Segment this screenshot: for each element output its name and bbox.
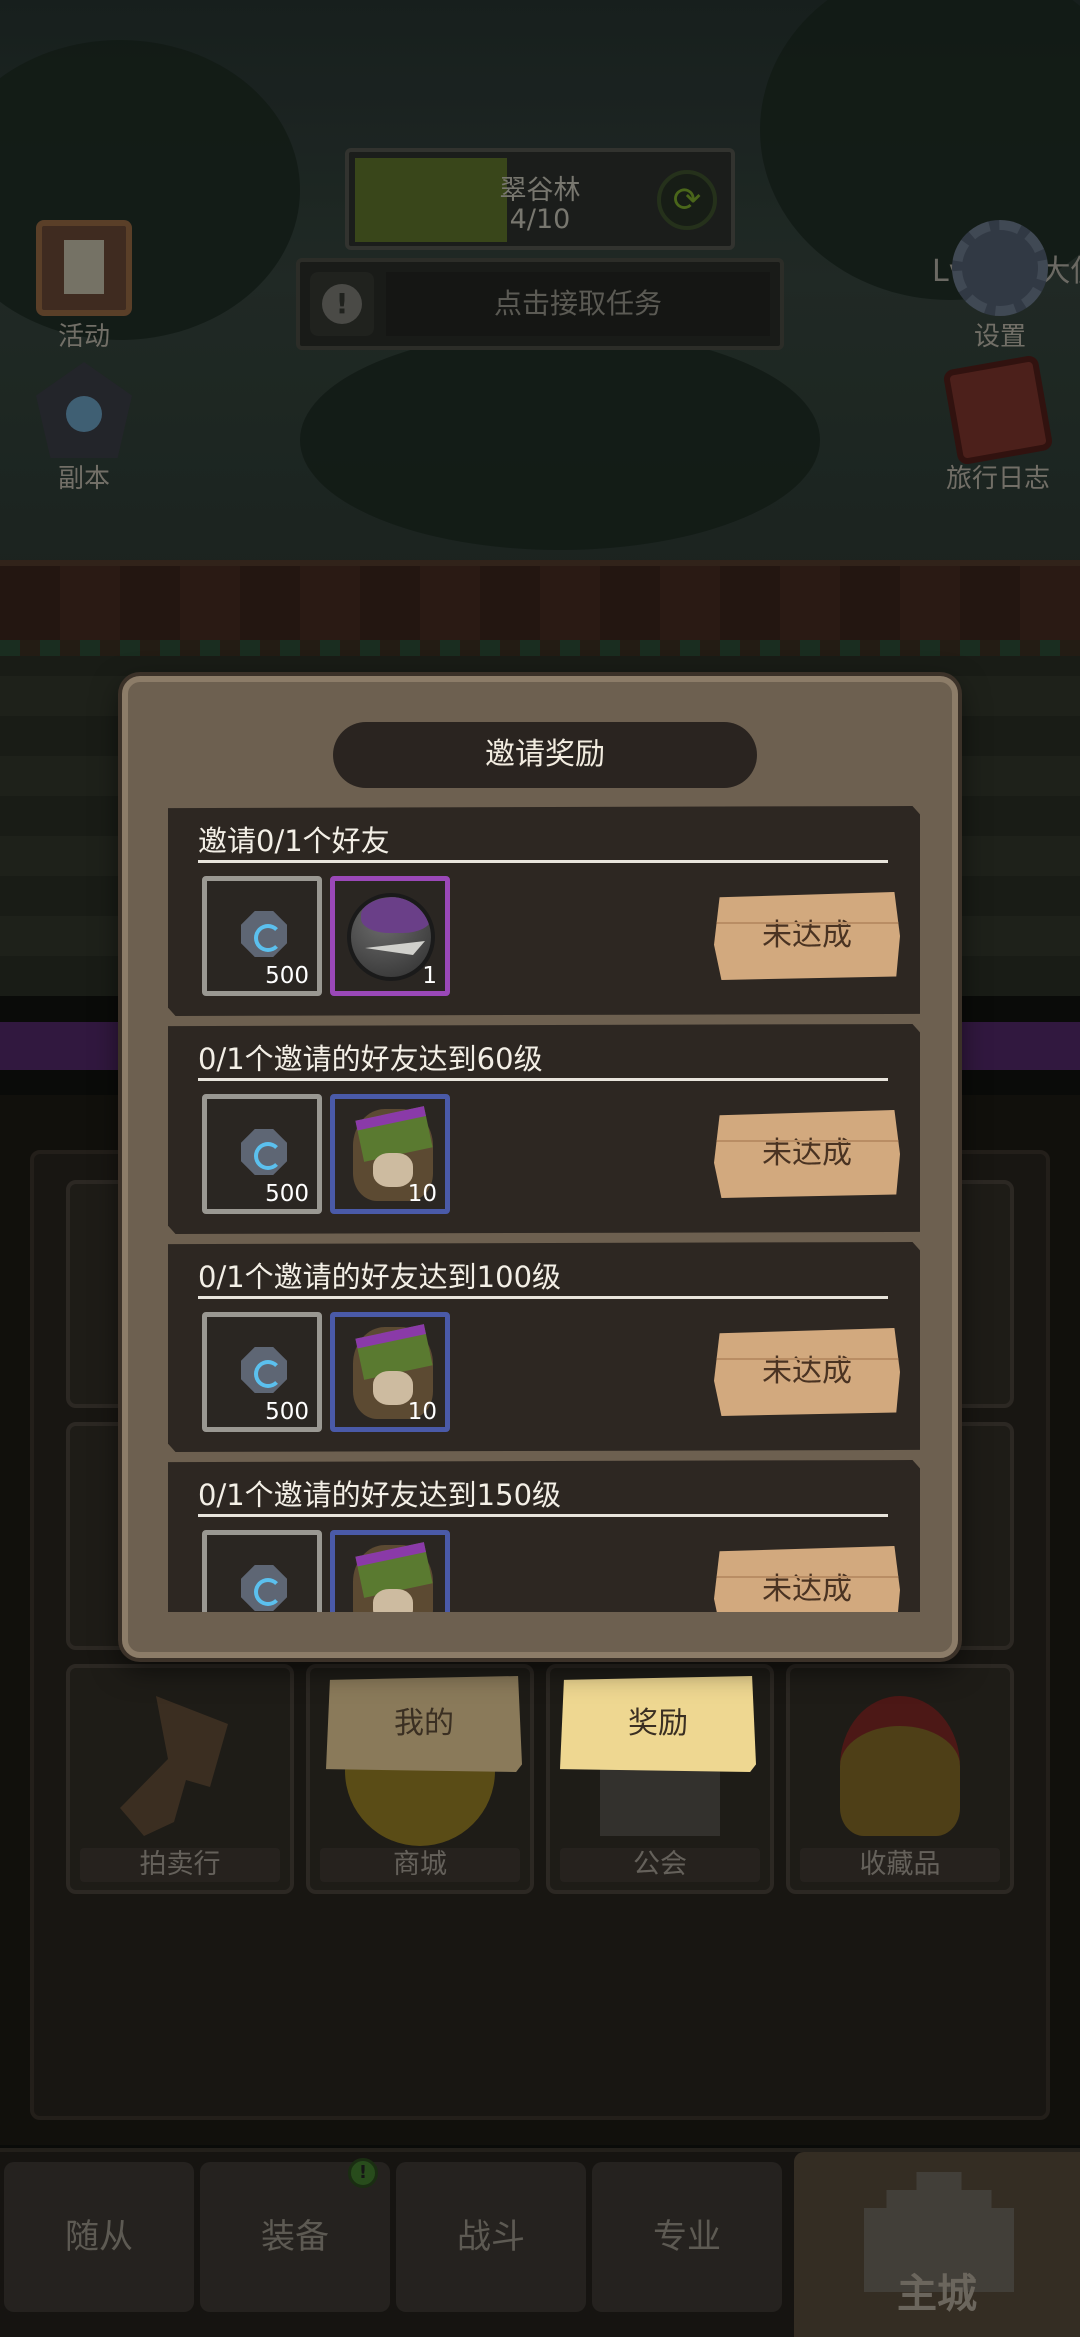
- reward-condition: 邀请0/1个好友: [198, 824, 390, 858]
- reward-qty: 1: [422, 963, 437, 989]
- reward-qty: 10: [407, 1181, 437, 1207]
- claim-status-button[interactable]: 未达成: [714, 892, 900, 980]
- hero-portrait-icon: [353, 1545, 433, 1612]
- reward-qty: 500: [265, 1181, 309, 1207]
- reward-qty: 500: [265, 1399, 309, 1425]
- list-item: 邀请0/1个好友 500 1 未达成: [168, 806, 920, 1016]
- claim-status-button[interactable]: 未达成: [714, 1546, 900, 1612]
- divider: [198, 1514, 888, 1517]
- reward-slot[interactable]: 1: [330, 876, 450, 996]
- divider: [198, 1296, 888, 1299]
- reward-slot[interactable]: 500: [202, 876, 322, 996]
- gem-icon: [241, 911, 287, 957]
- reward-list[interactable]: 邀请0/1个好友 500 1 未达成 0/1个邀请的好友达到60级 500 10: [168, 806, 920, 1612]
- tab-my-invites[interactable]: 我的: [326, 1676, 522, 1772]
- reward-condition: 0/1个邀请的好友达到100级: [198, 1260, 562, 1294]
- tab-invite-rewards[interactable]: 奖励: [560, 1676, 756, 1772]
- divider: [198, 860, 888, 863]
- dialog-title: 邀请奖励: [333, 722, 757, 788]
- reward-qty: 500: [265, 963, 309, 989]
- divider: [198, 1078, 888, 1081]
- list-item: 0/1个邀请的好友达到150级 未达成: [168, 1460, 920, 1612]
- list-item: 0/1个邀请的好友达到100级 500 10 未达成: [168, 1242, 920, 1452]
- reward-condition: 0/1个邀请的好友达到150级: [198, 1478, 562, 1512]
- invite-reward-dialog: 邀请奖励 邀请0/1个好友 500 1 未达成 0/1个邀请的好友达到60级 5…: [122, 676, 958, 1658]
- gem-icon: [241, 1129, 287, 1175]
- reward-slot[interactable]: 500: [202, 1094, 322, 1214]
- gem-icon: [241, 1347, 287, 1393]
- reward-slot[interactable]: 500: [202, 1312, 322, 1432]
- reward-slot[interactable]: 10: [330, 1312, 450, 1432]
- list-item: 0/1个邀请的好友达到60级 500 10 未达成: [168, 1024, 920, 1234]
- reward-qty: 10: [407, 1399, 437, 1425]
- reward-slot[interactable]: [202, 1530, 322, 1612]
- gem-icon: [241, 1565, 287, 1611]
- claim-status-button[interactable]: 未达成: [714, 1110, 900, 1198]
- claim-status-button[interactable]: 未达成: [714, 1328, 900, 1416]
- reward-slot[interactable]: [330, 1530, 450, 1612]
- reward-slot[interactable]: 10: [330, 1094, 450, 1214]
- reward-condition: 0/1个邀请的好友达到60级: [198, 1042, 543, 1076]
